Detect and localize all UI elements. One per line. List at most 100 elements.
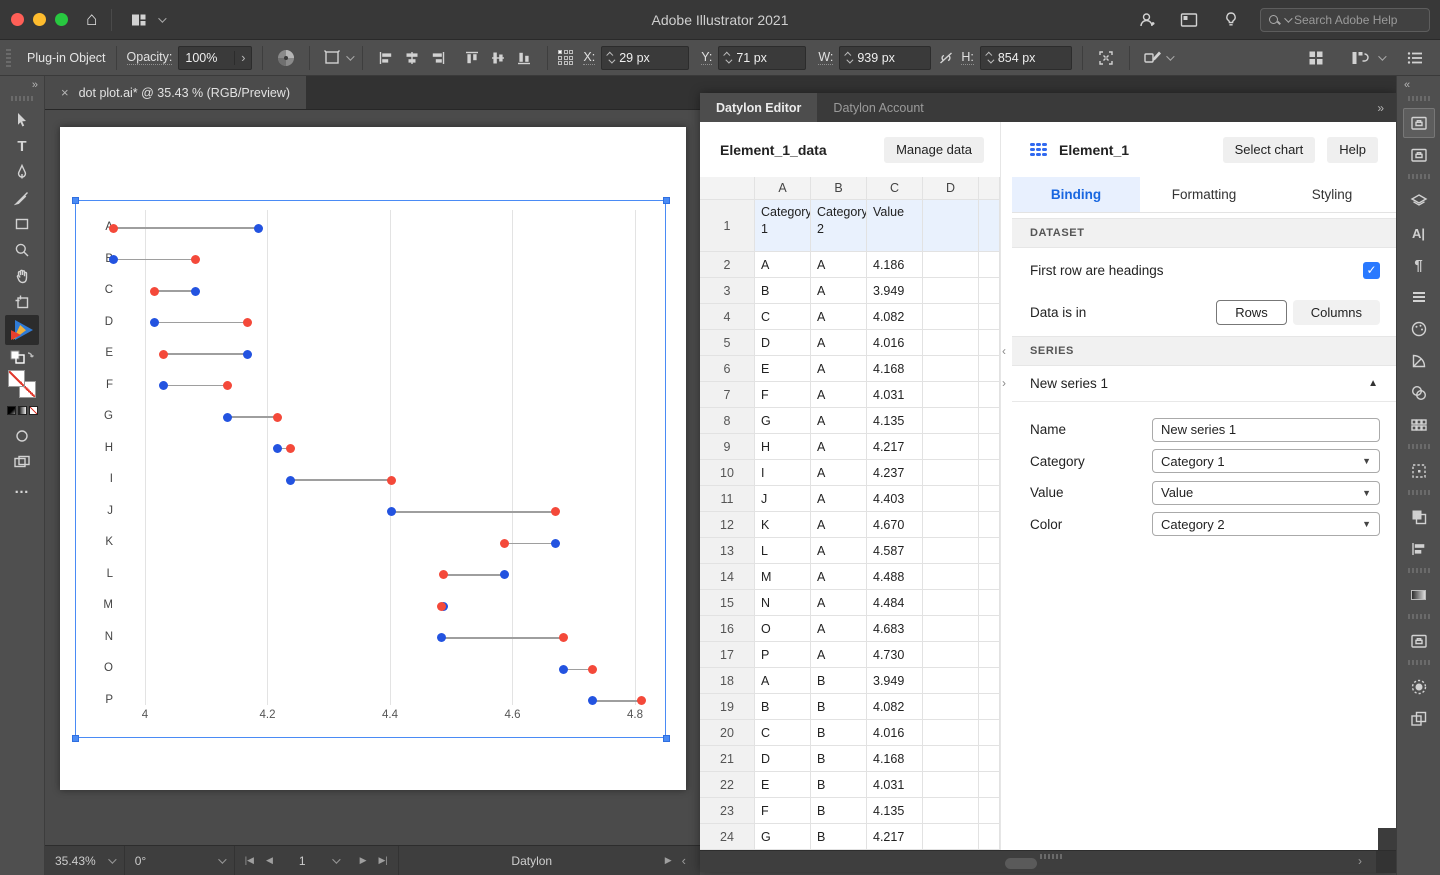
- spreadsheet-cell[interactable]: I: [755, 460, 811, 486]
- spreadsheet-cell[interactable]: 4.168: [867, 746, 923, 772]
- value-dropdown[interactable]: Value▼: [1152, 481, 1380, 505]
- category-dropdown[interactable]: Category 1▼: [1152, 449, 1380, 473]
- spreadsheet-cell[interactable]: [923, 538, 979, 564]
- spreadsheet-cell[interactable]: 4.031: [867, 772, 923, 798]
- y-field[interactable]: 71 px: [718, 46, 806, 70]
- column-header-cell[interactable]: C: [867, 177, 923, 200]
- tab-datylon-account[interactable]: Datylon Account: [817, 93, 939, 122]
- previous-artboard-icon[interactable]: ◀: [266, 855, 273, 866]
- spreadsheet-cell[interactable]: A: [811, 408, 867, 434]
- reference-point-selector[interactable]: [558, 50, 573, 65]
- row-number-cell[interactable]: 2: [700, 252, 755, 278]
- x-field[interactable]: 29 px: [601, 46, 689, 70]
- spreadsheet-cell[interactable]: H: [755, 434, 811, 460]
- spreadsheet-cell[interactable]: Value: [867, 200, 923, 252]
- row-number-cell[interactable]: 20: [700, 720, 755, 746]
- more-tools[interactable]: …: [5, 475, 39, 501]
- align-panel-button[interactable]: [1403, 534, 1435, 564]
- spreadsheet-cell[interactable]: [923, 434, 979, 460]
- spreadsheet-cell[interactable]: A: [811, 538, 867, 564]
- lightbulb-icon[interactable]: [1218, 7, 1244, 33]
- series-accordion[interactable]: New series 1 ▲: [1012, 366, 1396, 402]
- collapse-toolbar-icon[interactable]: »: [32, 79, 38, 91]
- drag-handle[interactable]: [6, 49, 11, 67]
- spreadsheet-cell[interactable]: P: [755, 642, 811, 668]
- spreadsheet-cell[interactable]: 4.135: [867, 798, 923, 824]
- spreadsheet-cell[interactable]: [923, 590, 979, 616]
- drag-handle[interactable]: [1040, 854, 1062, 859]
- selection-handle[interactable]: [72, 197, 79, 204]
- spreadsheet-cell[interactable]: [923, 798, 979, 824]
- chevron-down-icon[interactable]: [1378, 52, 1386, 60]
- row-number-cell[interactable]: 8: [700, 408, 755, 434]
- type-tool[interactable]: T: [5, 133, 39, 159]
- spreadsheet-cell[interactable]: A: [755, 668, 811, 694]
- spreadsheet-cell[interactable]: C: [755, 304, 811, 330]
- row-number-cell[interactable]: 1: [700, 200, 755, 252]
- minimize-window-button[interactable]: [33, 13, 46, 26]
- swatches-panel-button[interactable]: [1403, 410, 1435, 440]
- color-type-buttons[interactable]: [5, 397, 39, 423]
- artboard-tool[interactable]: [5, 289, 39, 315]
- selection-tool[interactable]: [5, 107, 39, 133]
- drag-handle[interactable]: [1408, 444, 1430, 449]
- transform-panel-button[interactable]: [1403, 456, 1435, 486]
- spreadsheet-cell[interactable]: A: [811, 590, 867, 616]
- spreadsheet-cell[interactable]: [979, 486, 1000, 512]
- spreadsheet-cell[interactable]: D: [755, 746, 811, 772]
- spreadsheet-cell[interactable]: K: [755, 512, 811, 538]
- spreadsheet-cell[interactable]: [923, 460, 979, 486]
- spreadsheet-cell[interactable]: 4.016: [867, 720, 923, 746]
- spreadsheet-cell[interactable]: [979, 668, 1000, 694]
- layers-panel-button[interactable]: [1403, 186, 1435, 216]
- chevron-right-icon[interactable]: ›: [1358, 854, 1362, 868]
- spreadsheet-cell[interactable]: [923, 694, 979, 720]
- spreadsheet-cell[interactable]: [923, 330, 979, 356]
- paragraph-panel-button[interactable]: ¶: [1403, 250, 1435, 280]
- chevron-down-icon[interactable]: [1166, 52, 1174, 60]
- spreadsheet-cell[interactable]: Category 1: [755, 200, 811, 252]
- spreadsheet-cell[interactable]: F: [755, 382, 811, 408]
- align-left-icon[interactable]: [373, 45, 399, 71]
- stroke-panel-button[interactable]: [1403, 282, 1435, 312]
- spreadsheet-cell[interactable]: [923, 382, 979, 408]
- artboard-navigation[interactable]: |◀ ◀ 1 ▶ ▶|: [235, 846, 399, 875]
- spreadsheet-cell[interactable]: 3.949: [867, 668, 923, 694]
- spreadsheet-cell[interactable]: [923, 824, 979, 850]
- w-label[interactable]: W:: [818, 50, 833, 65]
- spreadsheet-cell[interactable]: [923, 408, 979, 434]
- row-number-cell[interactable]: 4: [700, 304, 755, 330]
- pathfinder-panel-button[interactable]: [1403, 502, 1435, 532]
- h-field[interactable]: 854 px: [980, 46, 1072, 70]
- panel-scrollbar[interactable]: [1378, 828, 1396, 850]
- rows-button[interactable]: Rows: [1216, 300, 1287, 325]
- pane-splitter[interactable]: ‹ ›: [1000, 122, 1012, 850]
- spreadsheet-cell[interactable]: [923, 486, 979, 512]
- document-tab[interactable]: × dot plot.ai* @ 35.43 % (RGB/Preview): [45, 76, 306, 109]
- spreadsheet-cell[interactable]: E: [755, 772, 811, 798]
- spreadsheet-cell[interactable]: A: [811, 616, 867, 642]
- series-name-input[interactable]: [1152, 418, 1380, 442]
- align-right-icon[interactable]: [425, 45, 451, 71]
- drag-handle[interactable]: [1408, 614, 1430, 619]
- pen-tool[interactable]: [5, 159, 39, 185]
- align-center-horizontal-icon[interactable]: [399, 45, 425, 71]
- row-number-cell[interactable]: 9: [700, 434, 755, 460]
- row-number-cell[interactable]: 16: [700, 616, 755, 642]
- horizontal-scrollbar-thumb[interactable]: [1005, 858, 1037, 869]
- spreadsheet-cell[interactable]: 4.488: [867, 564, 923, 590]
- spreadsheet-cell[interactable]: C: [755, 720, 811, 746]
- workspace-layout-icon[interactable]: [1347, 45, 1373, 71]
- expand-panels-icon[interactable]: «: [1404, 79, 1410, 91]
- spreadsheet-cell[interactable]: [979, 252, 1000, 278]
- libraries-2-panel-button[interactable]: [1403, 626, 1435, 656]
- drag-handle[interactable]: [1408, 660, 1430, 665]
- selection-handle[interactable]: [72, 735, 79, 742]
- y-label[interactable]: Y:: [701, 50, 712, 65]
- arrange-documents-icon[interactable]: [1303, 45, 1329, 71]
- screen-mode[interactable]: [5, 449, 39, 475]
- color-dropdown[interactable]: Category 2▼: [1152, 512, 1380, 536]
- chevron-left-icon[interactable]: ‹: [682, 853, 700, 868]
- drag-handle[interactable]: [1408, 96, 1430, 101]
- panel-toggle-icon[interactable]: [1176, 7, 1202, 33]
